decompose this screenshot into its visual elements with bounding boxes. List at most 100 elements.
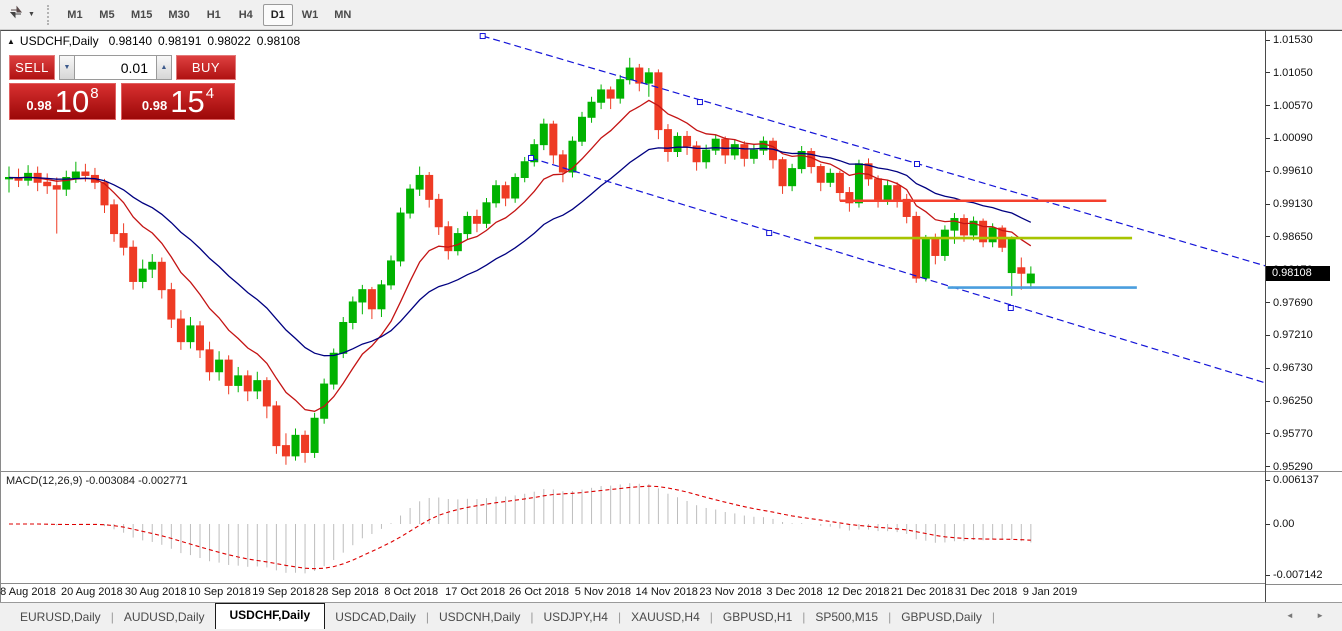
candle-body bbox=[588, 102, 595, 117]
candle-body bbox=[836, 173, 843, 192]
sell-price-button[interactable]: 0.98 10 8 bbox=[9, 83, 116, 120]
candle-body bbox=[407, 189, 414, 213]
candle-body bbox=[674, 136, 681, 151]
trendline-handle[interactable] bbox=[697, 100, 702, 105]
candle-body bbox=[731, 145, 738, 155]
candle-body bbox=[961, 219, 968, 235]
price-axis-label: 0.95290 bbox=[1266, 460, 1313, 474]
toolbar-grip bbox=[47, 5, 51, 25]
candle-body bbox=[941, 230, 948, 255]
timeframe-toolbar: ▼ M1M5M15M30H1H4D1W1MN bbox=[0, 0, 1342, 30]
candle-body bbox=[168, 290, 175, 319]
tab-scroll-arrows: ◄ ► bbox=[1286, 611, 1334, 620]
chart-window: ▲ USDCHF,Daily 0.98140 0.98191 0.98022 0… bbox=[0, 30, 1342, 602]
candle-body bbox=[120, 234, 127, 248]
chart-tab-gbpusd[interactable]: GBPUSD,H1 bbox=[713, 606, 802, 628]
candle-body bbox=[894, 186, 901, 200]
candle-body bbox=[454, 234, 461, 251]
sell-button[interactable]: SELL bbox=[9, 55, 55, 80]
price-axis-label: 0.96250 bbox=[1266, 394, 1313, 408]
candle-body bbox=[789, 169, 796, 186]
candle-body bbox=[626, 68, 633, 80]
candle-body bbox=[282, 446, 289, 456]
candle-body bbox=[1018, 268, 1025, 273]
chart-tab-eurusd[interactable]: EURUSD,Daily bbox=[10, 606, 111, 628]
trendline-handle[interactable] bbox=[767, 231, 772, 236]
candle-body bbox=[244, 376, 251, 391]
price-axis-label: 0.97690 bbox=[1266, 296, 1313, 310]
candle-body bbox=[855, 164, 862, 203]
candle-body bbox=[607, 90, 614, 98]
timeframe-button-w1[interactable]: W1 bbox=[295, 4, 326, 26]
chart-tab-usdchf[interactable]: USDCHF,Daily bbox=[215, 603, 326, 629]
candle-body bbox=[951, 219, 958, 231]
chart-tab-audusd[interactable]: AUDUSD,Daily bbox=[114, 606, 215, 628]
buy-price-button[interactable]: 0.98 15 4 bbox=[121, 83, 235, 120]
bid-price-prefix: 0.98 bbox=[26, 98, 51, 113]
ohlc-high: 0.98191 bbox=[158, 34, 201, 48]
bid-price-point: 8 bbox=[90, 85, 98, 102]
timeframe-button-m15[interactable]: M15 bbox=[124, 4, 159, 26]
candle-body bbox=[703, 150, 710, 162]
candle-body bbox=[197, 326, 204, 350]
chart-tabs: EURUSD,Daily|AUDUSD,DailyUSDCHF,DailyUSD… bbox=[10, 605, 995, 629]
candle-body bbox=[932, 239, 939, 255]
candle-body bbox=[435, 199, 442, 226]
chart-tab-sp500[interactable]: SP500,M15 bbox=[805, 606, 888, 628]
volume-decrease-button[interactable]: ▼ bbox=[59, 55, 75, 80]
timeframe-button-m5[interactable]: M5 bbox=[92, 4, 122, 26]
price-axis-label: 1.01050 bbox=[1266, 66, 1313, 80]
candle-body bbox=[388, 261, 395, 285]
timeframe-button-mn[interactable]: MN bbox=[327, 4, 358, 26]
chart-tab-gbpusd[interactable]: GBPUSD,Daily bbox=[891, 606, 992, 628]
candle-body bbox=[817, 167, 824, 183]
timeframe-button-h1[interactable]: H1 bbox=[199, 4, 229, 26]
candle-body bbox=[263, 381, 270, 406]
volume-input[interactable]: 0.01 bbox=[75, 55, 156, 80]
macd-indicator-label: MACD(12,26,9) -0.003084 -0.002771 bbox=[6, 475, 188, 487]
candle-body bbox=[158, 262, 165, 289]
panel-divider bbox=[1266, 584, 1342, 585]
candle-body bbox=[550, 124, 557, 155]
ask-price-prefix: 0.98 bbox=[142, 98, 167, 113]
candle-body bbox=[139, 269, 146, 281]
spinner-down-icon: ▼ bbox=[64, 64, 71, 71]
trendline-handle[interactable] bbox=[480, 34, 485, 39]
tab-scroll-right-icon[interactable]: ► bbox=[1316, 611, 1334, 620]
trendline-handle[interactable] bbox=[1008, 305, 1013, 310]
macd-values: -0.003084 -0.002771 bbox=[85, 475, 187, 487]
chart-tab-xauusd[interactable]: XAUUSD,H4 bbox=[621, 606, 710, 628]
timeframe-button-d1[interactable]: D1 bbox=[263, 4, 293, 26]
timeframe-button-m1[interactable]: M1 bbox=[60, 4, 90, 26]
candle-body bbox=[741, 145, 748, 159]
macd-axis-label: -0.007142 bbox=[1266, 568, 1323, 582]
collapse-panel-icon[interactable]: ▲ bbox=[7, 37, 15, 46]
volume-increase-button[interactable]: ▲ bbox=[156, 55, 172, 80]
chart-tab-usdjpy[interactable]: USDJPY,H4 bbox=[533, 606, 617, 628]
candle-body bbox=[321, 384, 328, 418]
chart-tab-usdcnh[interactable]: USDCNH,Daily bbox=[429, 606, 530, 628]
chart-symbol-label: USDCHF,Daily bbox=[20, 34, 99, 48]
candle-body bbox=[827, 173, 834, 182]
buy-button[interactable]: BUY bbox=[176, 55, 236, 80]
trendline-channel-upper[interactable] bbox=[483, 36, 1265, 266]
chart-tab-usdcad[interactable]: USDCAD,Daily bbox=[325, 606, 426, 628]
trendline-handle[interactable] bbox=[915, 162, 920, 167]
candle-body bbox=[368, 290, 375, 309]
chart-tab-bar: EURUSD,Daily|AUDUSD,DailyUSDCHF,DailyUSD… bbox=[0, 602, 1342, 631]
candle-body bbox=[302, 435, 309, 452]
mt4-terminal: ▼ M1M5M15M30H1H4D1W1MN ▲ USDCHF,Daily 0.… bbox=[0, 0, 1342, 631]
spinner-up-icon: ▲ bbox=[161, 64, 168, 71]
candle-body bbox=[82, 172, 89, 175]
timeframe-button-m30[interactable]: M30 bbox=[161, 4, 196, 26]
tab-scroll-left-icon[interactable]: ◄ bbox=[1286, 611, 1304, 620]
ohlc-open: 0.98140 bbox=[109, 34, 152, 48]
trendline-handle[interactable] bbox=[529, 155, 534, 160]
candle-body bbox=[559, 155, 566, 172]
candle-body bbox=[722, 139, 729, 155]
timeframe-button-h4[interactable]: H4 bbox=[231, 4, 261, 26]
candle-body bbox=[989, 228, 996, 242]
candle-body bbox=[254, 381, 261, 391]
charts-toolbar-button[interactable]: ▼ bbox=[0, 0, 41, 30]
candle-body bbox=[397, 213, 404, 261]
